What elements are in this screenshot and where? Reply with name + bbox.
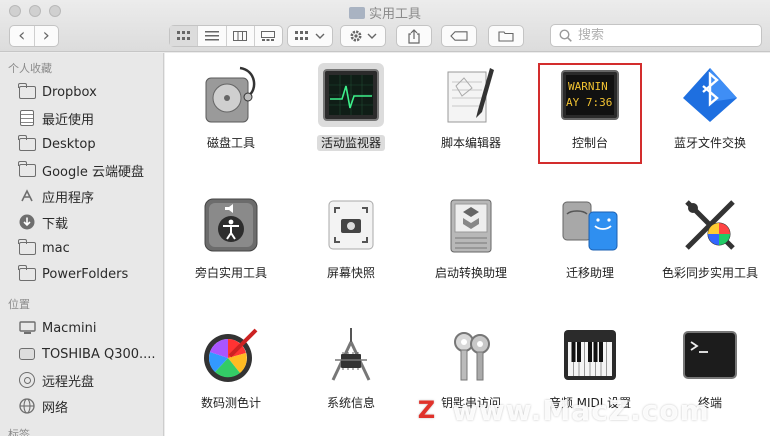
app-item-disk-utility[interactable]: 磁盘工具: [173, 55, 289, 175]
app-label: 活动监视器: [293, 134, 409, 151]
screenshot-icon: [318, 193, 384, 257]
app-item-activity-monitor[interactable]: 活动监视器: [293, 55, 409, 175]
colorsync-icon: [677, 193, 743, 257]
icon-grid-icon: [176, 31, 190, 40]
list-icon: [204, 31, 219, 41]
disk-icon: [18, 345, 36, 363]
share-icon: [408, 28, 420, 44]
sidebar-item-recents[interactable]: 最近使用: [0, 105, 163, 131]
list-view-button[interactable]: [197, 26, 225, 46]
folder-icon: [18, 82, 36, 101]
app-label: 系统信息: [326, 396, 375, 410]
selection-highlight-box: [538, 63, 642, 164]
sidebar-item-dropbox[interactable]: Dropbox: [0, 79, 163, 105]
boot-camp-icon: [438, 193, 504, 257]
search-input[interactable]: [578, 28, 748, 43]
file-browser-grid: 磁盘工具 活动监视器 脚本编辑器 WARNIN AY 7:36 控制台 蓝牙文件…: [165, 53, 770, 436]
bluetooth-exchange-icon: [677, 63, 743, 127]
app-item-migration-assistant[interactable]: 迁移助理: [532, 185, 648, 305]
gallery-view-button[interactable]: [253, 26, 282, 46]
sidebar-item-remote-disc[interactable]: 远程光盘: [0, 367, 163, 393]
recents-icon: [18, 109, 36, 127]
sidebar-item-network[interactable]: 网络: [0, 393, 163, 419]
folder-icon: [348, 7, 365, 19]
columns-icon: [233, 31, 248, 41]
folder-icon: [18, 238, 36, 257]
watermark: Z www.MacZ.com: [410, 388, 710, 432]
share-button[interactable]: [396, 25, 432, 47]
watermark-text: www.MacZ.com: [452, 393, 710, 427]
gallery-icon: [261, 31, 276, 41]
download-icon: [18, 213, 36, 231]
forward-button[interactable]: ›: [33, 26, 59, 46]
app-item-boot-camp[interactable]: 启动转换助理: [413, 185, 529, 305]
chevron-down-icon: [315, 33, 325, 39]
app-label: 屏幕快照: [326, 266, 375, 280]
icon-view-button[interactable]: [170, 26, 198, 46]
app-item-digital-color-meter[interactable]: 数码测色计: [173, 315, 289, 435]
chevron-down-icon: [367, 33, 377, 39]
app-label: 数码测色计: [200, 396, 261, 410]
folder-icon: [18, 160, 36, 179]
column-view-button[interactable]: [225, 26, 254, 46]
folder-icon: [18, 264, 36, 283]
computer-icon: [18, 319, 36, 337]
action-menu-button[interactable]: [340, 25, 386, 47]
app-label: 蓝牙文件交换: [673, 136, 746, 150]
activity-monitor-icon: [318, 63, 384, 127]
group-grid-icon: [295, 31, 308, 40]
app-label: 脚本编辑器: [440, 136, 501, 150]
new-folder-button[interactable]: [488, 25, 524, 47]
sidebar-section-header: 位置: [8, 298, 30, 311]
tag-icon: [450, 31, 468, 41]
search-field[interactable]: [550, 24, 762, 47]
app-label: 旁白实用工具: [194, 266, 267, 280]
folder-plus-icon: [498, 31, 514, 42]
sidebar-item-toshiba[interactable]: TOSHIBA Q300....: [0, 341, 163, 367]
sidebar-item-powerfolders[interactable]: PowerFolders: [0, 261, 163, 287]
app-item-colorsync-utility[interactable]: 色彩同步实用工具: [652, 185, 768, 305]
app-item-screenshot[interactable]: 屏幕快照: [293, 185, 409, 305]
audio-midi-icon: [557, 323, 623, 387]
toolbar: 实用工具 ‹ ›: [0, 0, 770, 52]
sidebar-item-downloads[interactable]: 下载: [0, 209, 163, 235]
sidebar-section-header: 标签: [8, 428, 30, 436]
app-item-system-information[interactable]: 系统信息: [293, 315, 409, 435]
network-icon: [18, 397, 36, 415]
navigation-buttons: ‹ ›: [9, 25, 59, 47]
window-title: 实用工具: [0, 3, 770, 22]
app-label: 启动转换助理: [434, 266, 507, 280]
sidebar-item-mac[interactable]: mac: [0, 235, 163, 261]
search-icon: [559, 29, 572, 42]
script-editor-icon: [438, 63, 504, 127]
sidebar-item-desktop[interactable]: Desktop: [0, 131, 163, 157]
sidebar-item-google-drive[interactable]: Google 云端硬盘: [0, 157, 163, 183]
app-label: 迁移助理: [565, 266, 614, 280]
view-mode-switcher: [169, 25, 283, 47]
system-information-icon: [318, 323, 384, 387]
digital-color-meter-icon: [198, 323, 264, 387]
app-label: 色彩同步实用工具: [661, 266, 758, 280]
app-item-voiceover-utility[interactable]: 旁白实用工具: [173, 185, 289, 305]
watermark-logo: Z: [410, 393, 444, 427]
sidebar-item-macmini[interactable]: Macmini: [0, 315, 163, 341]
sidebar-section-header: 个人收藏: [8, 62, 52, 75]
group-by-button[interactable]: [287, 25, 333, 47]
sidebar-item-applications[interactable]: 应用程序: [0, 183, 163, 209]
terminal-icon: [677, 323, 743, 387]
migration-assistant-icon: [557, 193, 623, 257]
disc-icon: [18, 371, 36, 389]
folder-icon: [18, 134, 36, 153]
applications-icon: [18, 187, 36, 205]
tag-button[interactable]: [441, 25, 477, 47]
sidebar: 个人收藏 Dropbox 最近使用 Desktop Google 云端硬盘 应用…: [0, 53, 164, 436]
app-item-bluetooth-file-exchange[interactable]: 蓝牙文件交换: [652, 55, 768, 175]
disk-utility-icon: [198, 63, 264, 127]
keychain-access-icon: [438, 323, 504, 387]
voiceover-utility-icon: [198, 193, 264, 257]
gear-icon: [350, 30, 362, 42]
app-label: 磁盘工具: [206, 136, 255, 150]
back-button[interactable]: ‹: [10, 26, 34, 46]
app-item-script-editor[interactable]: 脚本编辑器: [413, 55, 529, 175]
